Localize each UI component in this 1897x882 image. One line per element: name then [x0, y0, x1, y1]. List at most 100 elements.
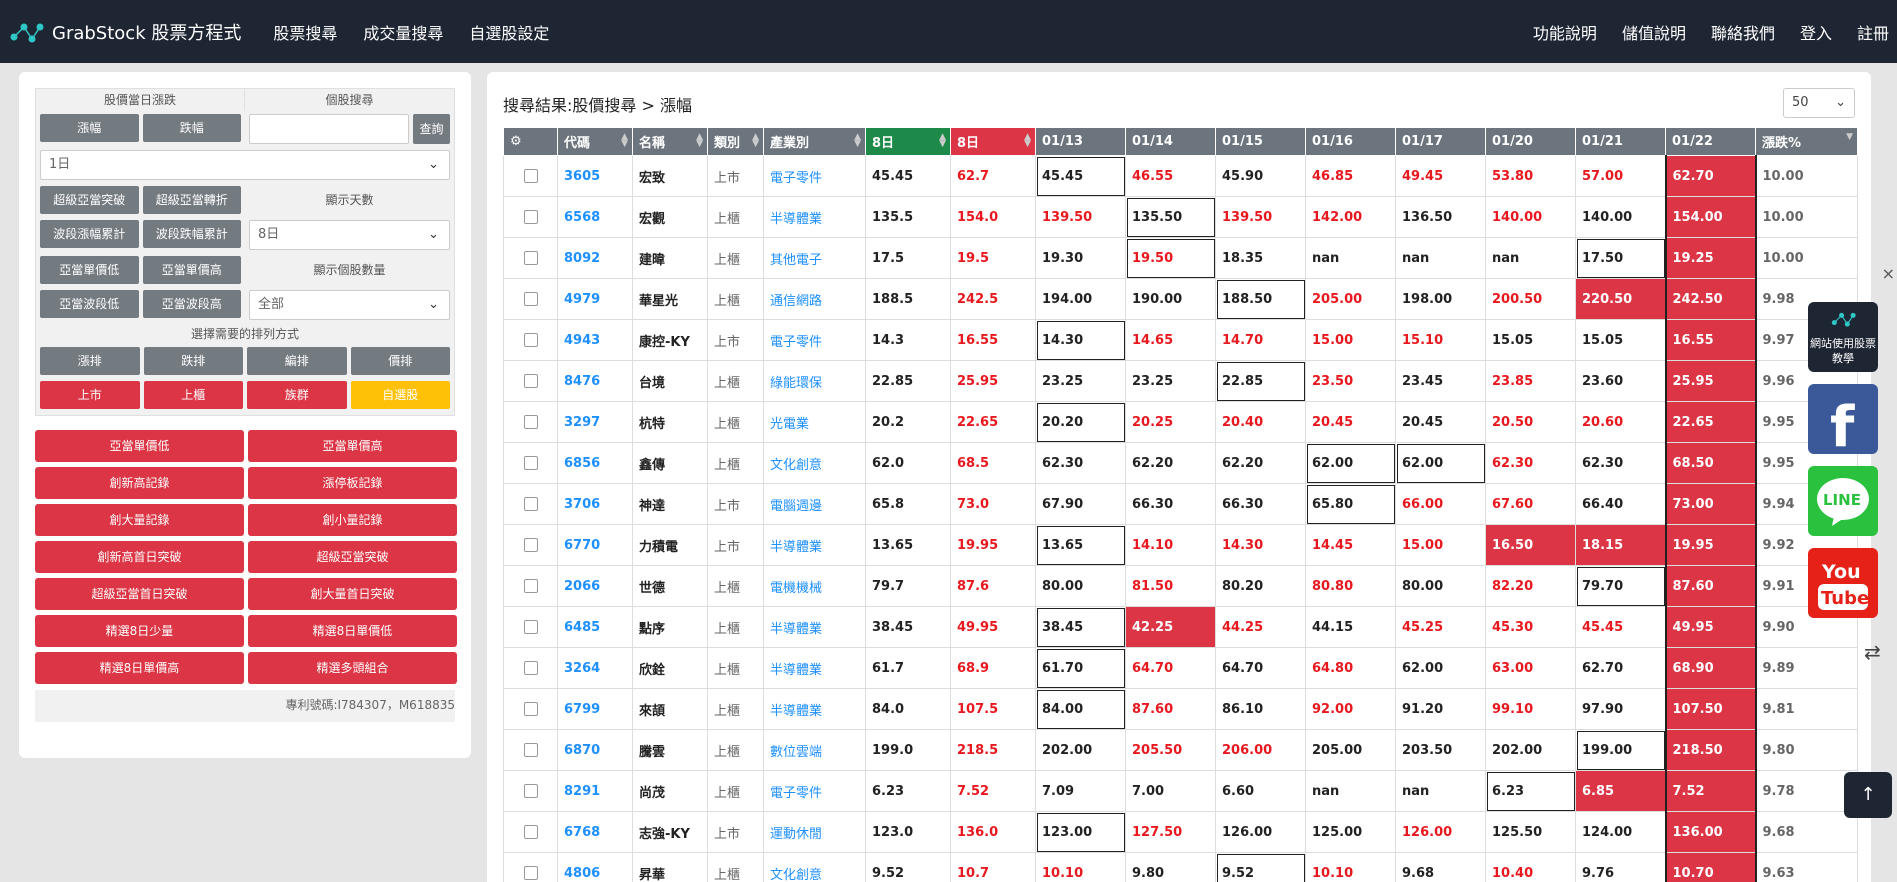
stock-code-link[interactable]: 6799	[557, 688, 633, 730]
row-checkbox[interactable]	[523, 169, 538, 183]
row-checkbox[interactable]	[523, 579, 538, 593]
fall-button[interactable]: 跌幅	[142, 114, 241, 142]
col-date[interactable]: 01/14	[1125, 127, 1216, 156]
preset-high-volume-first-breakout[interactable]: 創大量首日突破	[248, 578, 457, 610]
col-date[interactable]: 01/13	[1035, 127, 1126, 156]
line-icon[interactable]: LINE	[1808, 466, 1878, 536]
row-checkbox-cell[interactable]	[503, 688, 558, 730]
sort-price-button[interactable]: 價排	[350, 347, 450, 375]
industry-link[interactable]: 電子零件	[763, 319, 866, 361]
nav-stock-search[interactable]: 股票搜尋	[273, 20, 337, 44]
nav-register[interactable]: 註冊	[1857, 20, 1889, 44]
table-row[interactable]: 3605 宏致 上市 電子零件 45.45 62.7 45.45 46.55 45.90 46.8…	[503, 155, 1858, 197]
facebook-icon[interactable]: f	[1808, 384, 1878, 460]
col-date[interactable]: 01/20	[1485, 127, 1576, 156]
stock-code-link[interactable]: 3297	[557, 401, 633, 443]
row-checkbox[interactable]	[523, 538, 538, 552]
row-checkbox[interactable]	[523, 661, 538, 675]
brand[interactable]: GrabStock 股票方程式	[8, 17, 241, 47]
industry-link[interactable]: 電機機械	[763, 565, 866, 607]
days-select[interactable]: 8日 ⌄	[249, 220, 450, 250]
preset-8day-low-price[interactable]: 精選8日單價低	[248, 615, 457, 647]
preset-8day-low-volume[interactable]: 精選8日少量	[35, 615, 244, 647]
industry-link[interactable]: 電子零件	[763, 155, 866, 197]
row-checkbox-cell[interactable]	[503, 647, 558, 689]
row-checkbox-cell[interactable]	[503, 319, 558, 361]
industry-link[interactable]: 文化創意	[763, 852, 866, 882]
count-select[interactable]: 全部 ⌄	[249, 290, 450, 320]
table-row[interactable]: 8476 台境 上櫃 綠能環保 22.85 25.95 23.25 23.25 22.85 23.…	[503, 360, 1858, 402]
stock-code-link[interactable]: 6768	[557, 811, 633, 853]
table-row[interactable]: 3264 欣銓 上櫃 半導體業 61.7 68.9 61.70 64.70 64.70 64.80…	[503, 647, 1858, 689]
industry-link[interactable]: 通信網路	[763, 278, 866, 320]
nav-watchlist-settings[interactable]: 自選股設定	[469, 20, 549, 44]
row-checkbox-cell[interactable]	[503, 360, 558, 402]
table-row[interactable]: 6568 宏觀 上櫃 半導體業 135.5 154.0 139.50 135.50 139.50…	[503, 196, 1858, 238]
table-row[interactable]: 2066 世德 上櫃 電機機械 79.7 87.6 80.00 81.50 80.20 80.80…	[503, 565, 1858, 607]
industry-link[interactable]: 半導體業	[763, 524, 866, 566]
industry-link[interactable]: 半導體業	[763, 606, 866, 648]
col-date[interactable]: 01/22	[1665, 127, 1756, 156]
adam-wave-low-button[interactable]: 亞當波段低	[40, 290, 139, 318]
nav-volume-search[interactable]: 成交量搜尋	[363, 20, 443, 44]
preset-low-volume-record[interactable]: 創小量記錄	[248, 504, 457, 536]
row-checkbox-cell[interactable]	[503, 606, 558, 648]
table-row[interactable]: 8291 尚茂 上櫃 電子零件 6.23 7.52 7.09 7.00 6.60 nan nan 6.…	[503, 770, 1858, 812]
row-checkbox-cell[interactable]	[503, 770, 558, 812]
industry-link[interactable]: 綠能環保	[763, 360, 866, 402]
settings-header[interactable]: ⚙	[503, 127, 558, 156]
adam-high-price-button[interactable]: 亞當單價高	[142, 256, 241, 284]
row-checkbox[interactable]	[523, 825, 538, 839]
row-checkbox[interactable]	[523, 415, 538, 429]
adam-wave-high-button[interactable]: 亞當波段高	[142, 290, 241, 318]
col-8day-high[interactable]: 8日 ▲ ▼	[950, 127, 1036, 156]
query-button[interactable]: 查詢	[413, 114, 450, 144]
per-page-select[interactable]: 50 ⌄	[1783, 88, 1855, 118]
col-date[interactable]: 01/16	[1305, 127, 1396, 156]
preset-super-adam-first-breakout[interactable]: 超級亞當首日突破	[35, 578, 244, 610]
sort-code-button[interactable]: 編排	[247, 347, 347, 375]
stock-code-link[interactable]: 8092	[557, 237, 633, 279]
col-industry[interactable]: 產業別 ▲ ▼	[763, 127, 866, 156]
stock-code-link[interactable]: 6856	[557, 442, 633, 484]
row-checkbox-cell[interactable]	[503, 729, 558, 771]
industry-link[interactable]: 電子零件	[763, 770, 866, 812]
row-checkbox[interactable]	[523, 497, 538, 511]
row-checkbox-cell[interactable]	[503, 442, 558, 484]
row-checkbox[interactable]	[523, 620, 538, 634]
industry-link[interactable]: 半導體業	[763, 647, 866, 689]
row-checkbox[interactable]	[523, 333, 538, 347]
stock-code-link[interactable]: 6770	[557, 524, 633, 566]
industry-link[interactable]: 數位雲端	[763, 729, 866, 771]
preset-adam-low-price[interactable]: 亞當單價低	[35, 430, 244, 462]
table-row[interactable]: 4943 康控-KY 上市 電子零件 14.3 16.55 14.30 14.65 14.70 1…	[503, 319, 1858, 361]
col-date[interactable]: 01/15	[1215, 127, 1306, 156]
market-otc-button[interactable]: 上櫃	[143, 381, 243, 409]
row-checkbox[interactable]	[523, 456, 538, 470]
col-name[interactable]: 名稱 ▲ ▼	[632, 127, 708, 156]
industry-link[interactable]: 文化創意	[763, 442, 866, 484]
stock-search-input[interactable]	[249, 114, 409, 144]
industry-link[interactable]: 運動休閒	[763, 811, 866, 853]
stock-code-link[interactable]: 2066	[557, 565, 633, 607]
market-listed-button[interactable]: 上市	[40, 381, 140, 409]
preset-super-adam-breakout[interactable]: 超級亞當突破	[248, 541, 457, 573]
wave-rise-cumulative-button[interactable]: 波段漲幅累計	[40, 220, 139, 248]
nav-pricing[interactable]: 儲值說明	[1622, 20, 1686, 44]
tutorial-button[interactable]: 網站使用股票教學	[1808, 302, 1878, 372]
row-checkbox-cell[interactable]	[503, 196, 558, 238]
table-row[interactable]: 3297 杭特 上櫃 光電業 20.2 22.65 20.20 20.25 20.40 20.45…	[503, 401, 1858, 443]
rise-button[interactable]: 漲幅	[40, 114, 139, 142]
sort-rise-button[interactable]: 漲排	[40, 347, 140, 375]
youtube-icon[interactable]: You Tube	[1808, 548, 1878, 618]
stock-code-link[interactable]: 6568	[557, 196, 633, 238]
row-checkbox[interactable]	[523, 784, 538, 798]
industry-link[interactable]: 半導體業	[763, 196, 866, 238]
row-checkbox[interactable]	[523, 743, 538, 757]
swap-icon[interactable]: ⇄	[1864, 640, 1881, 664]
row-checkbox-cell[interactable]	[503, 278, 558, 320]
row-checkbox[interactable]	[523, 292, 538, 306]
table-row[interactable]: 6768 志強-KY 上市 運動休閒 123.0 136.0 123.00 127.50 126…	[503, 811, 1858, 853]
preset-limit-up-record[interactable]: 漲停板記錄	[248, 467, 457, 499]
preset-new-high-record[interactable]: 創新高記錄	[35, 467, 244, 499]
